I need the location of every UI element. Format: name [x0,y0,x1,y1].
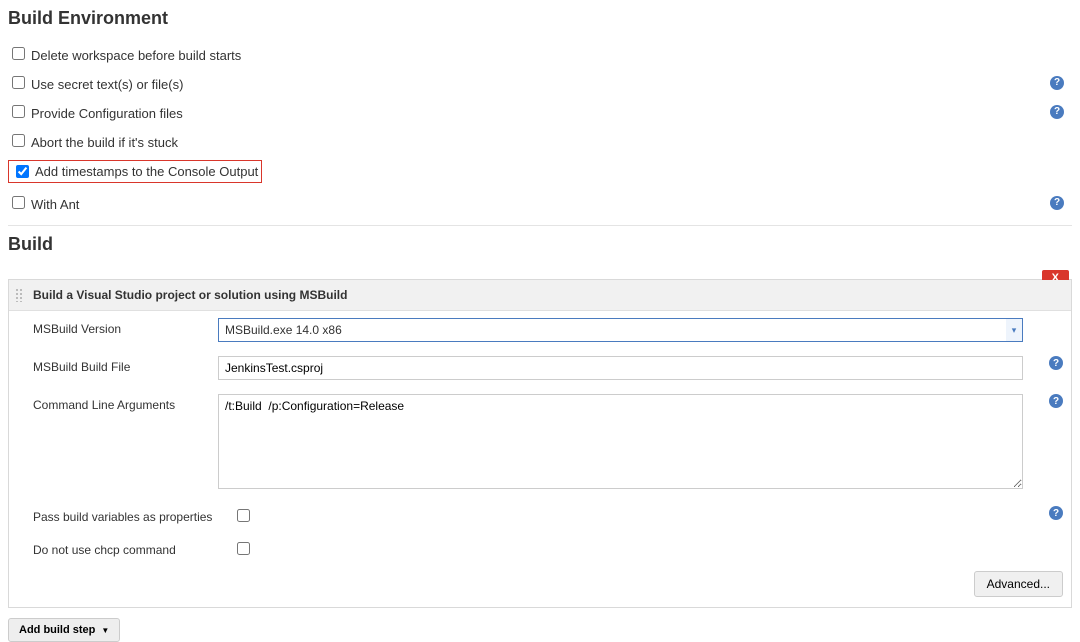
build-env-label: Add timestamps to the Console Output [35,164,258,179]
drag-handle-icon[interactable] [15,288,23,302]
build-step-footer: Advanced... [9,565,1071,607]
add-step-container: Add build step ▼ [8,618,1072,642]
build-env-checkbox[interactable] [12,105,25,118]
input-msbuild-file[interactable] [218,356,1023,380]
build-env-row: Delete workspace before build starts [8,39,1072,68]
row-chcp: Do not use chcp command [9,532,1071,565]
build-env-item: Use secret text(s) or file(s) [8,73,183,92]
textarea-cmd-args[interactable]: /t:Build /p:Configuration=Release [218,394,1023,489]
build-env-checkbox[interactable] [12,47,25,60]
row-msbuild-file: MSBuild Build File ? [9,349,1071,387]
build-env-label: With Ant [31,197,79,212]
help-icon[interactable]: ? [1049,506,1063,520]
build-env-checkbox[interactable] [12,196,25,209]
build-step-block: X Build a Visual Studio project or solut… [8,279,1072,608]
build-env-row: Provide Configuration files? [8,97,1072,126]
build-env-label: Provide Configuration files [31,106,183,121]
label-cmd-args: Command Line Arguments [33,394,218,412]
build-env-item: Provide Configuration files [8,102,183,121]
select-msbuild-version-value: MSBuild.exe 14.0 x86 [219,319,1006,341]
build-env-item: Delete workspace before build starts [8,44,241,63]
help-icon[interactable]: ? [1050,76,1064,90]
build-step-header: Build a Visual Studio project or solutio… [9,280,1071,311]
label-msbuild-version: MSBuild Version [33,318,218,336]
add-build-step-button[interactable]: Add build step ▼ [8,618,120,642]
help-icon[interactable]: ? [1049,356,1063,370]
help-icon[interactable]: ? [1050,105,1064,119]
label-chcp: Do not use chcp command [33,539,233,557]
row-pass-vars: Pass build variables as properties ? [9,499,1071,532]
help-icon[interactable]: ? [1050,196,1064,210]
help-icon[interactable]: ? [1049,394,1063,408]
build-env-item: Add timestamps to the Console Output [8,160,262,183]
build-env-row: Use secret text(s) or file(s)? [8,68,1072,97]
build-env-row: Abort the build if it's stuck [8,126,1072,155]
build-env-label: Delete workspace before build starts [31,48,241,63]
build-env-item: Abort the build if it's stuck [8,131,178,150]
build-env-list: Delete workspace before build starts Use … [8,39,1072,217]
label-pass-vars: Pass build variables as properties [33,506,233,524]
build-step-title: Build a Visual Studio project or solutio… [33,288,347,302]
section-title-build: Build [8,234,1072,255]
advanced-button[interactable]: Advanced... [974,571,1063,597]
build-env-row: With Ant? [8,188,1072,217]
checkbox-chcp[interactable] [237,542,250,555]
build-env-label: Use secret text(s) or file(s) [31,77,183,92]
add-build-step-label: Add build step [19,624,95,636]
divider [8,225,1072,226]
build-env-checkbox[interactable] [12,76,25,89]
build-env-row: Add timestamps to the Console Output [8,155,1072,188]
row-msbuild-version: MSBuild Version MSBuild.exe 14.0 x86 ▾ [9,311,1071,349]
chevron-down-icon: ▾ [1006,319,1022,341]
build-env-checkbox[interactable] [16,165,29,178]
build-env-checkbox[interactable] [12,134,25,147]
select-msbuild-version[interactable]: MSBuild.exe 14.0 x86 ▾ [218,318,1023,342]
caret-down-icon: ▼ [101,626,109,635]
checkbox-pass-vars[interactable] [237,509,250,522]
build-env-label: Abort the build if it's stuck [31,135,178,150]
label-msbuild-file: MSBuild Build File [33,356,218,374]
build-env-item: With Ant [8,193,79,212]
section-title-build-env: Build Environment [8,8,1072,29]
row-cmd-args: Command Line Arguments /t:Build /p:Confi… [9,387,1071,499]
